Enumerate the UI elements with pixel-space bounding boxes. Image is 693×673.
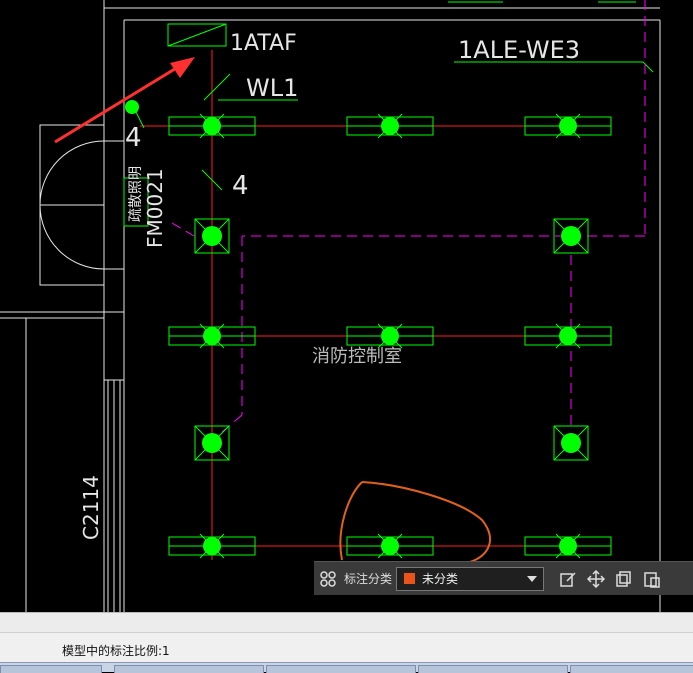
- batten-light-fixture: [524, 113, 612, 139]
- grid-icon[interactable]: [314, 565, 342, 593]
- circuit-label: 1ALE-WE3: [458, 36, 580, 64]
- copy-icon[interactable]: [610, 565, 638, 593]
- status-bar: 模型中的标注比例:1: [0, 632, 693, 663]
- taskbar-button[interactable]: [266, 665, 416, 673]
- paste-icon[interactable]: [638, 565, 666, 593]
- batten-light-fixture: [346, 533, 434, 559]
- junction-node: [125, 100, 139, 114]
- taskbar-button[interactable]: [114, 665, 264, 673]
- panel-tag: 1ATAF: [230, 31, 297, 56]
- distribution-panel[interactable]: [167, 23, 227, 47]
- batten-light-fixture: [346, 323, 434, 349]
- batten-light-fixture: [168, 113, 256, 139]
- circuit-wire-magenta: [171, 0, 646, 433]
- move-icon[interactable]: [582, 565, 610, 593]
- wire-label: WL1: [246, 74, 298, 102]
- cad-drawing-canvas[interactable]: 1ATAF 1ALE-WE3 WL1 4 4 FM0021 疏散照明 消防控制室…: [0, 0, 693, 612]
- vertical-label: 疏散照明: [128, 166, 144, 222]
- category-select[interactable]: 未分类: [396, 566, 545, 591]
- chevron-down-icon: [527, 575, 538, 582]
- batten-light-fixture: [168, 323, 256, 349]
- annotation-scale-text: 模型中的标注比例:1: [62, 644, 170, 658]
- category-color-swatch: [403, 572, 417, 585]
- door-tag: FM0021: [143, 168, 167, 248]
- command-line-area[interactable]: [0, 612, 693, 633]
- edit-icon[interactable]: [554, 565, 582, 593]
- category-value: 未分类: [422, 572, 459, 586]
- batten-light-fixture: [346, 113, 434, 139]
- side-tag: C2114: [79, 475, 103, 540]
- wire-count-top: 4: [125, 123, 142, 153]
- taskbar-button[interactable]: [570, 665, 693, 673]
- square-light-fixture: [553, 425, 589, 461]
- taskbar-button[interactable]: [0, 665, 102, 673]
- batten-light-fixture: [524, 533, 612, 559]
- taskbar-button[interactable]: [418, 665, 568, 673]
- annotation-freehand-circle[interactable]: [339, 481, 491, 563]
- room-name: 消防控制室: [312, 346, 402, 367]
- category-label: 标注分类: [344, 572, 393, 586]
- batten-light-fixture: [524, 323, 612, 349]
- annotation-toolbar: 标注分类 未分类: [314, 561, 693, 595]
- batten-light-fixture: [168, 533, 256, 559]
- wire-count-mid: 4: [232, 171, 249, 201]
